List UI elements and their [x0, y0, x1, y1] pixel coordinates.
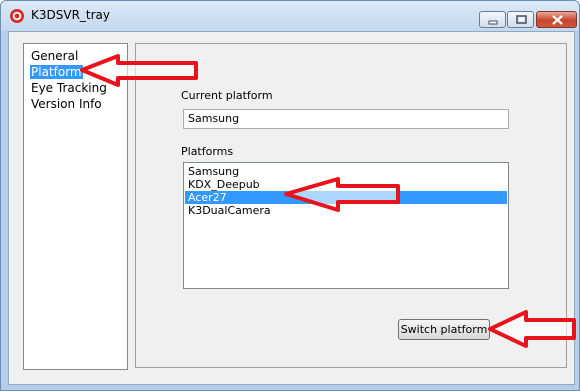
sidebar-item-platform[interactable]: Platform	[30, 65, 83, 79]
app-logo-icon	[10, 9, 24, 23]
maximize-icon	[516, 15, 527, 24]
minimize-icon	[488, 20, 498, 25]
close-icon	[552, 15, 563, 25]
switch-platform-button[interactable]: Switch platform	[398, 319, 490, 340]
arrow-to-switch-button-icon	[488, 310, 576, 348]
minimize-button[interactable]	[479, 11, 506, 28]
current-platform-field[interactable]: Samsung	[183, 109, 509, 129]
title-bar[interactable]: K3DSVR_tray	[1, 1, 579, 31]
current-platform-label: Current platform	[181, 89, 273, 102]
sidebar-item-general[interactable]: General	[30, 49, 79, 63]
arrow-to-acer27-icon	[284, 177, 400, 212]
window-title: K3DSVR_tray	[31, 8, 111, 22]
arrow-to-platform-icon	[80, 54, 198, 87]
maximize-button[interactable]	[507, 11, 534, 28]
sidebar-item-version-info[interactable]: Version Info	[30, 97, 103, 111]
platforms-label: Platforms	[181, 145, 234, 158]
close-button[interactable]	[536, 11, 577, 28]
settings-sidebar: General Platform Eye Tracking Version In…	[23, 43, 128, 370]
